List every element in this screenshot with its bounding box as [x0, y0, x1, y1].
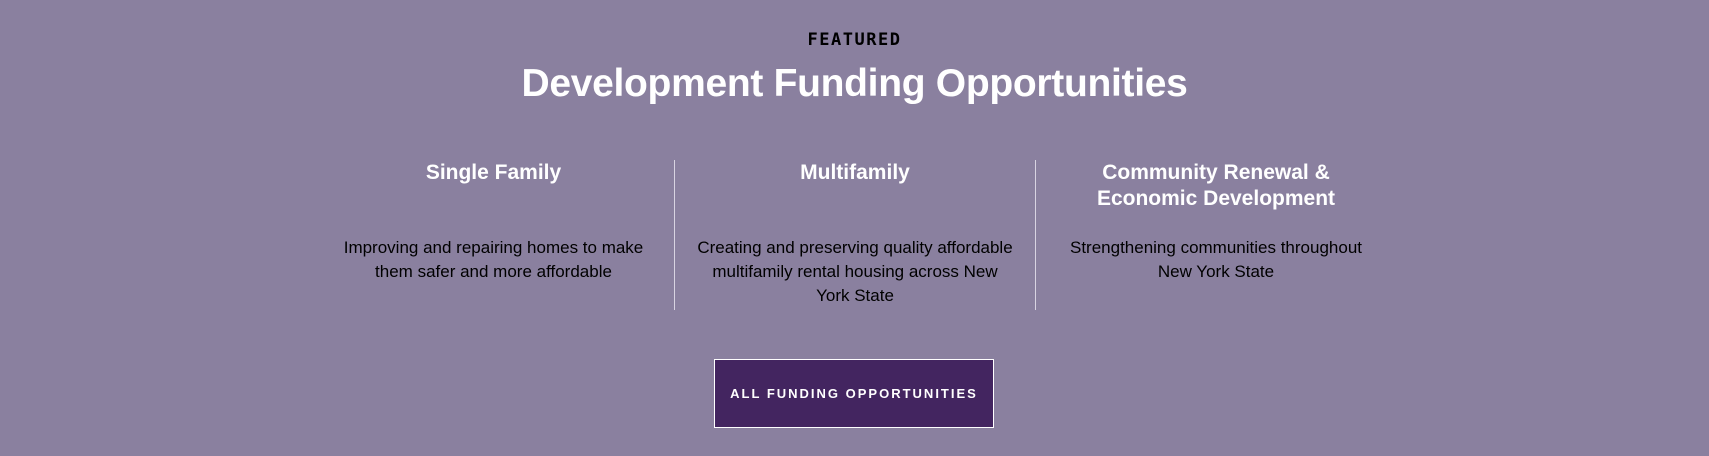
section-title: Development Funding Opportunities: [521, 62, 1188, 105]
funding-columns: Single Family Improving and repairing ho…: [313, 160, 1396, 310]
all-funding-opportunities-button[interactable]: ALL FUNDING OPPORTUNITIES: [714, 359, 994, 428]
column-heading: Multifamily: [800, 161, 910, 184]
column-description: Creating and preserving quality affordab…: [697, 238, 1013, 305]
column-heading: Single Family: [425, 161, 562, 184]
funding-column-single-family: Single Family Improving and repairing ho…: [313, 160, 674, 310]
funding-column-community-renewal: Community Renewal & Economic Development…: [1035, 160, 1396, 310]
funding-column-multifamily: Multifamily Creating and preserving qual…: [674, 160, 1035, 310]
column-description: Improving and repairing homes to make th…: [343, 238, 644, 281]
featured-eyebrow: FEATURED: [807, 30, 902, 50]
column-description: Strengthening communities throughout New…: [1069, 238, 1362, 281]
column-heading: Community Renewal & Economic Development: [1096, 161, 1336, 210]
